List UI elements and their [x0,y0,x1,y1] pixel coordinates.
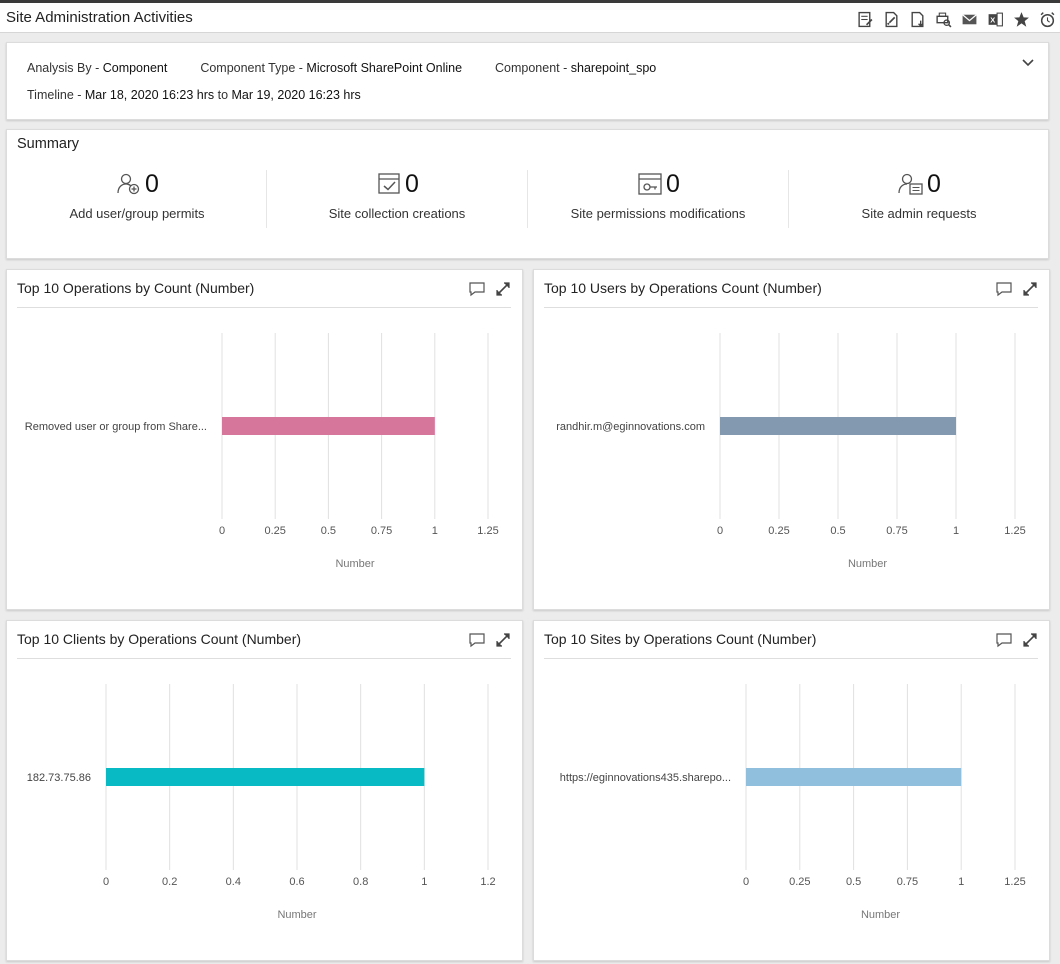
x-tick-label: 1 [421,876,427,888]
x-tick-label: 0.5 [830,525,845,537]
x-tick-label: 0.75 [886,525,907,537]
bar-chart: 0 0.2 0.4 0.6 0.8 1 1.2 182.73.75.86 Number [27,684,496,921]
filter-panel: Analysis By - Component Component Type -… [6,42,1049,120]
x-tick-label: 0.25 [264,525,285,537]
report-icon[interactable] [852,9,878,29]
summary-label: Site permissions modifications [570,206,746,221]
window-key-icon [636,170,664,198]
component-type-label: Component Type - [200,61,307,75]
category-label: Removed user or group from Share... [25,421,207,433]
summary-value: 0 [145,169,159,198]
summary-item-site-collection-creations[interactable]: 0 Site collection creations [267,168,527,238]
x-axis-title: Number [277,909,316,921]
summary-label: Site collection creations [328,206,466,221]
x-axis-title: Number [848,558,887,570]
category-label: https://eginnovations435.sharepo... [560,772,731,784]
toolbar: X [852,9,1060,29]
favorite-star-icon[interactable] [1008,9,1034,29]
x-tick-label: 0.8 [353,876,368,888]
timeline-from: Mar 18, 2020 16:23 hrs [84,88,215,102]
timeline-to-word: to [214,88,232,102]
category-label: 182.73.75.86 [27,772,91,784]
bar-chart: 0 0.25 0.5 0.75 1 1.25 https://eginnovations43… [560,684,1026,921]
x-tick-label: 1 [958,876,964,888]
summary-item-add-user-group-permits[interactable]: 0 Add user/group permits [7,168,267,238]
x-axis-title: Number [335,558,374,570]
x-tick-label: 0 [219,525,225,537]
svg-text:X: X [990,15,995,24]
x-tick-label: 0.5 [321,525,336,537]
summary-value: 0 [405,169,419,198]
chart-card-top-clients: Top 10 Clients by Operations Count (Numb… [6,620,523,961]
summary-item-site-permissions-modifications[interactable]: 0 Site permissions modifications [528,168,788,238]
calendar-check-icon [375,170,403,198]
schedule-alarm-icon[interactable] [1034,9,1060,29]
edit-report-icon[interactable] [878,9,904,29]
x-tick-label: 1.25 [1004,525,1025,537]
x-tick-label: 0.6 [289,876,304,888]
timeline-to: Mar 19, 2020 16:23 hrs [231,88,361,102]
x-tick-label: 0 [103,876,109,888]
analysis-by-label: Analysis By - [27,61,103,75]
category-label: randhir.m@eginnovations.com [556,421,705,433]
x-tick-label: 0.75 [897,876,918,888]
bar-chart: 0 0.25 0.5 0.75 1 1.25 randhir.m@eginnovations… [556,333,1026,570]
bar[interactable] [222,417,435,435]
summary-title: Summary [17,136,80,152]
x-tick-label: 1.25 [477,525,498,537]
email-icon[interactable] [956,9,982,29]
summary-panel: Summary 0 Add user/group permits 0 Site … [6,129,1049,259]
chevron-down-icon[interactable] [1020,55,1036,71]
summary-item-site-admin-requests[interactable]: 0 Site admin requests [789,168,1049,238]
page-title: Site Administration Activities [6,9,193,26]
excel-export-icon[interactable]: X [982,9,1008,29]
timeline-label: Timeline - [27,88,85,102]
chart-card-top-operations: Top 10 Operations by Count (Number) 0 0.2… [6,269,523,610]
summary-value: 0 [927,169,941,198]
bar[interactable] [106,768,425,786]
x-tick-label: 0 [717,525,723,537]
x-tick-label: 0.4 [226,876,241,888]
x-axis-title: Number [861,909,900,921]
summary-label: Add user/group permits [69,206,205,221]
x-tick-label: 1 [953,525,959,537]
x-tick-label: 1 [432,525,438,537]
summary-label: Site admin requests [861,206,977,221]
component-value: sharepoint_spo [570,61,657,75]
user-card-icon [897,170,925,198]
bar-chart: 0 0.25 0.5 0.75 1 1.25 Removed user or group f… [25,333,499,570]
x-tick-label: 0.5 [846,876,861,888]
bar[interactable] [746,768,962,786]
filter-criteria: Analysis By - Component Component Type -… [27,61,656,75]
x-tick-label: 0.75 [371,525,392,537]
timeline-row: Timeline - Mar 18, 2020 16:23 hrs to Mar… [27,88,361,102]
pdf-export-icon[interactable] [904,9,930,29]
component-label: Component - [495,61,571,75]
chart-card-top-sites: Top 10 Sites by Operations Count (Number… [533,620,1050,961]
x-tick-label: 0.25 [789,876,810,888]
x-tick-label: 0.2 [162,876,177,888]
x-tick-label: 1.2 [480,876,495,888]
print-preview-icon[interactable] [930,9,956,29]
component-type-value: Microsoft SharePoint Online [306,61,463,75]
analysis-by-value: Component [102,61,168,75]
x-tick-label: 0 [743,876,749,888]
bar[interactable] [720,417,956,435]
chart-card-top-users: Top 10 Users by Operations Count (Number… [533,269,1050,610]
x-tick-label: 1.25 [1004,876,1025,888]
title-bar: Site Administration Activities X [0,0,1060,33]
summary-value: 0 [666,169,680,198]
x-tick-label: 0.25 [768,525,789,537]
user-add-icon [115,170,143,198]
